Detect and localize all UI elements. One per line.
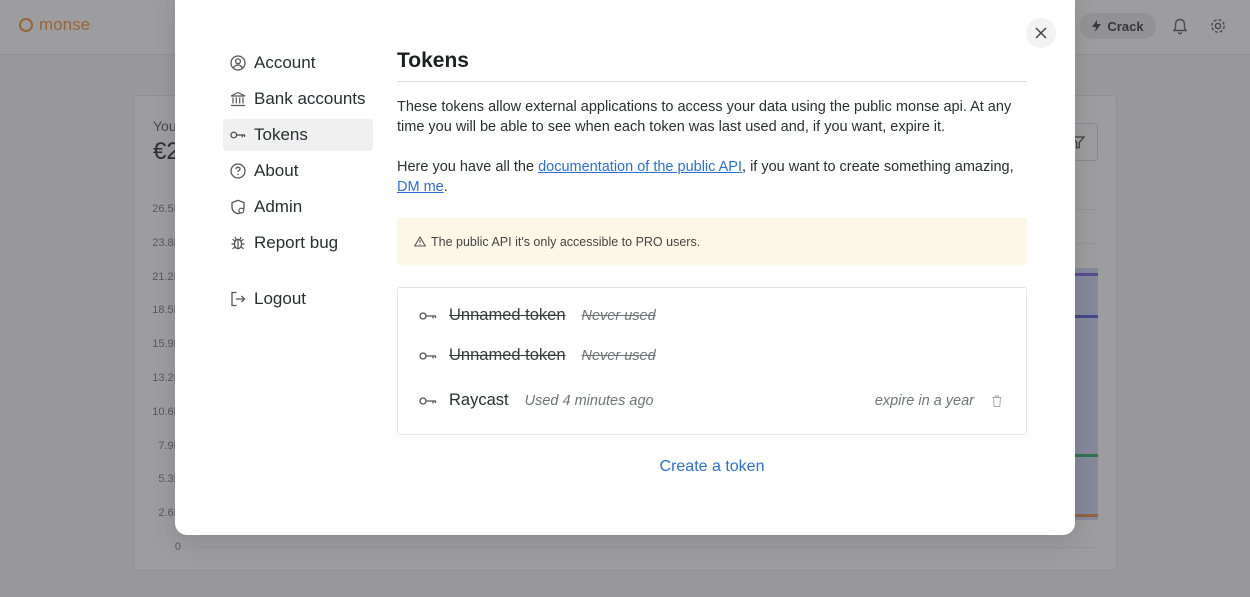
key-icon (419, 395, 437, 407)
create-token-button[interactable]: Create a token (397, 458, 1027, 476)
logout-label: Logout (254, 289, 306, 308)
help-circle-icon (230, 163, 246, 179)
token-row: Unnamed token Never used (419, 306, 1002, 325)
expire-token-link[interactable]: expire in a year (875, 393, 974, 409)
docs-middle: , if you want to create something amazin… (742, 159, 1014, 175)
bug-icon (230, 235, 246, 251)
close-button[interactable] (1026, 18, 1056, 48)
sidebar-item-label: Tokens (254, 125, 308, 144)
token-row: Raycast Used 4 minutes ago expire in a y… (419, 391, 1002, 410)
key-icon (230, 127, 246, 143)
sidebar-item-label: Admin (254, 197, 303, 216)
token-name: Unnamed token (449, 306, 566, 324)
warning-icon (414, 236, 426, 247)
sidebar-item-label: Report bug (254, 233, 339, 252)
sidebar-item-report-bug[interactable]: Report bug (223, 227, 373, 259)
tokens-description: These tokens allow external applications… (397, 99, 1012, 135)
sidebar-item-admin[interactable]: Admin (223, 191, 373, 223)
sidebar-item-account[interactable]: Account (223, 47, 373, 79)
page-title: Tokens (397, 49, 1027, 82)
dm-link[interactable]: DM me (397, 179, 444, 195)
sidebar-item-about[interactable]: About (223, 155, 373, 187)
sidebar-item-tokens[interactable]: Tokens (223, 119, 373, 151)
token-name: Raycast (449, 391, 509, 409)
token-last-used: Never used (581, 347, 656, 364)
tokens-content: Tokens These tokens allow external appli… (397, 49, 1027, 435)
token-name: Unnamed token (449, 346, 566, 364)
settings-modal: Account Bank accounts Tokens About Admin (175, 0, 1075, 535)
token-row: Unnamed token Never used (419, 346, 1002, 365)
alert-text: The public API it's only accessible to P… (431, 234, 701, 249)
sidebar-item-bank-accounts[interactable]: Bank accounts (223, 83, 373, 115)
settings-sidebar: Account Bank accounts Tokens About Admin (223, 47, 373, 319)
tokens-list: Unnamed token Never used Unnamed token N… (397, 287, 1027, 435)
docs-paragraph: Here you have all the documentation of t… (397, 157, 1027, 197)
bank-icon (230, 91, 246, 107)
docs-suffix: . (443, 179, 448, 195)
logout-button[interactable]: Logout (223, 283, 373, 315)
trash-icon[interactable] (992, 395, 1002, 407)
sidebar-item-label: Bank accounts (254, 89, 366, 108)
logout-icon (230, 291, 246, 307)
user-circle-icon (230, 55, 246, 71)
shield-icon (230, 199, 246, 215)
pro-alert: The public API it's only accessible to P… (397, 218, 1027, 265)
key-icon (419, 350, 437, 362)
key-icon (419, 310, 437, 322)
sidebar-item-label: Account (254, 53, 316, 72)
token-last-used: Used 4 minutes ago (524, 392, 654, 409)
sidebar-item-label: About (254, 161, 299, 180)
docs-prefix: Here you have all the (397, 159, 539, 175)
close-icon (1035, 27, 1047, 39)
token-last-used: Never used (581, 307, 656, 324)
docs-link[interactable]: documentation of the public API (538, 159, 742, 175)
